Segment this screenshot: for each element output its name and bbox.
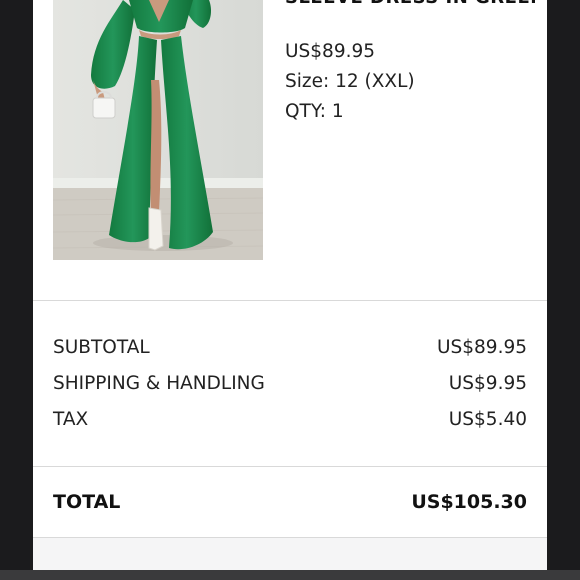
screen: SLEEVE DRESS IN GREEN US$89.95 Size: 12 …	[0, 0, 580, 580]
subtotal-label: SUBTOTAL	[53, 337, 150, 358]
divider	[33, 466, 547, 467]
tax-label: TAX	[53, 409, 89, 430]
product-quantity: QTY: 1	[285, 101, 344, 122]
shipping-label: SHIPPING & HANDLING	[53, 373, 265, 394]
total-label: TOTAL	[53, 491, 121, 513]
tax-row: TAX US$5.40	[53, 408, 527, 432]
product-price: US$89.95	[285, 41, 376, 62]
card-footer-strip	[33, 538, 547, 570]
product-title[interactable]: SLEEVE DRESS IN GREEN	[285, 0, 535, 8]
total-row: TOTAL US$105.30	[53, 489, 527, 515]
product-size: Size: 12 (XXL)	[285, 71, 415, 92]
shipping-row: SHIPPING & HANDLING US$9.95	[53, 372, 527, 396]
product-details: US$89.95 Size: 12 (XXL) QTY: 1	[285, 37, 415, 127]
shipping-value: US$9.95	[448, 373, 527, 394]
subtotal-row: SUBTOTAL US$89.95	[53, 336, 527, 360]
divider	[33, 300, 547, 301]
green-dress-photo-icon	[53, 0, 263, 260]
product-image[interactable]	[53, 0, 263, 260]
bottom-toolbar	[0, 570, 580, 580]
divider	[33, 537, 547, 538]
subtotal-value: US$89.95	[436, 337, 527, 358]
total-value: US$105.30	[411, 491, 527, 513]
tax-value: US$5.40	[448, 409, 527, 430]
